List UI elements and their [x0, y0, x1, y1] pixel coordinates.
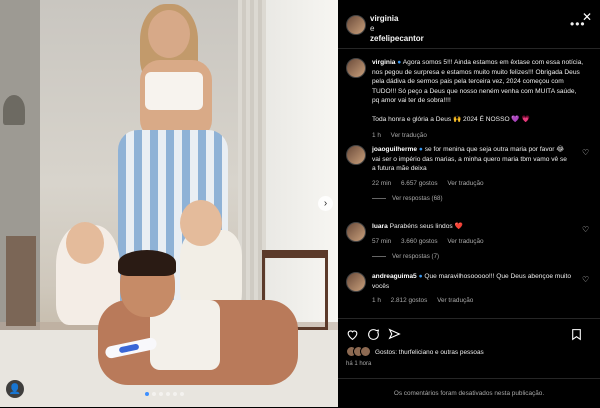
mom-head [148, 10, 190, 58]
close-icon[interactable]: ✕ [582, 10, 592, 24]
lamp [3, 95, 25, 125]
comment-translate[interactable]: Ver tradução [447, 180, 483, 187]
comment-time: 22 min [372, 179, 392, 187]
caption-meta: 1 h Ver tradução [372, 131, 584, 141]
comment-likes[interactable]: 6.657 gostos [401, 180, 438, 187]
comment-text: joaoguilherme ● se for menina que seja o… [372, 145, 572, 204]
comment-time: 57 min [372, 237, 392, 245]
share-icon[interactable] [388, 328, 401, 341]
dad-hair [118, 250, 176, 276]
save-icon[interactable] [570, 328, 583, 341]
liked-by[interactable]: Gostos: thurfeliciano e outras pessoas [346, 346, 484, 359]
girl-right-head [180, 200, 222, 246]
caption-time: 1 h [372, 131, 381, 139]
author-1[interactable]: virginia [370, 14, 424, 24]
comment-likes[interactable]: 3.660 gostos [401, 238, 438, 245]
comment-translate[interactable]: Ver tradução [447, 238, 483, 245]
carousel-dots [145, 392, 184, 396]
carousel-dot [152, 392, 156, 396]
verified-icon: ● [418, 146, 423, 153]
carousel-dot [166, 392, 170, 396]
comment-username[interactable]: andreaguima5 [372, 273, 417, 280]
caption-username[interactable]: virginia [372, 59, 395, 66]
author-2[interactable]: zefelipecantor [370, 34, 424, 44]
view-replies-button[interactable]: Ver respostas (68) [372, 194, 572, 204]
post-time: há 1 hora [346, 361, 372, 367]
comment-text: andreaguima5 ● Que maravilhosooooo!!! Qu… [372, 272, 572, 306]
chair [6, 236, 36, 326]
liker-avatars [346, 346, 371, 359]
comment-body: Parabéns seus lindos ❤️ [389, 223, 463, 230]
post-actions [338, 318, 600, 349]
comment-meta: 1 h 2.812 gostos Ver tradução [372, 296, 572, 306]
comment-icon[interactable] [367, 328, 380, 341]
view-replies-button[interactable]: Ver respostas (7) [372, 252, 572, 262]
comment-username[interactable]: luara [372, 223, 388, 230]
girl-left-head [66, 222, 104, 264]
author-names: virginia e zefelipecantor [370, 14, 424, 44]
like-comment-icon[interactable]: ♡ [582, 275, 589, 284]
verified-icon: ● [397, 59, 402, 66]
author-avatar[interactable] [346, 15, 366, 35]
post-photo[interactable]: › 👤 [0, 0, 338, 407]
author-separator: e [370, 24, 375, 33]
comment-text: luara Parabéns seus lindos ❤️ 57 min 3.6… [372, 222, 572, 262]
next-image-button[interactable]: › [318, 196, 333, 211]
caption-avatar[interactable] [346, 58, 366, 78]
comment-avatar[interactable] [346, 145, 366, 165]
carousel-dot [159, 392, 163, 396]
comment-likes[interactable]: 2.812 gostos [391, 297, 428, 304]
comment-meta: 57 min 3.660 gostos Ver tradução [372, 237, 572, 247]
mom-top [145, 72, 203, 110]
comment-avatar[interactable] [346, 222, 366, 242]
comment-translate[interactable]: Ver tradução [437, 297, 473, 304]
comment-avatar[interactable] [346, 272, 366, 292]
carousel-dot [173, 392, 177, 396]
liked-by-text[interactable]: Gostos: thurfeliciano e outras pessoas [375, 349, 484, 356]
like-comment-icon[interactable]: ♡ [582, 148, 589, 157]
caption-body-2: Toda honra e glória a Deus 🙌 2024 É NOSS… [372, 115, 530, 123]
heart-icon[interactable] [346, 328, 359, 341]
comments-disabled-notice: Os comentários foram desativados nesta p… [338, 378, 600, 408]
verified-icon: ● [418, 273, 423, 280]
carousel-dot [145, 392, 149, 396]
tagged-users-button[interactable]: 👤 [6, 380, 24, 398]
liker-avatar [360, 346, 371, 357]
post-details-panel: virginia e zefelipecantor ••• virginia ●… [338, 0, 600, 407]
like-comment-icon[interactable]: ♡ [582, 225, 589, 234]
caption-translate[interactable]: Ver tradução [391, 132, 427, 139]
caption-body: Agora somos 5!!! Ainda estamos em êxtase… [372, 59, 584, 105]
comment-meta: 22 min 6.657 gostos Ver tradução [372, 179, 572, 189]
caption-text: virginia ● Agora somos 5!!! Ainda estamo… [372, 58, 584, 140]
comment-username[interactable]: joaoguilherme [372, 146, 417, 153]
carousel-dot [180, 392, 184, 396]
post-header: virginia e zefelipecantor ••• [338, 0, 600, 49]
comment-time: 1 h [372, 297, 381, 305]
